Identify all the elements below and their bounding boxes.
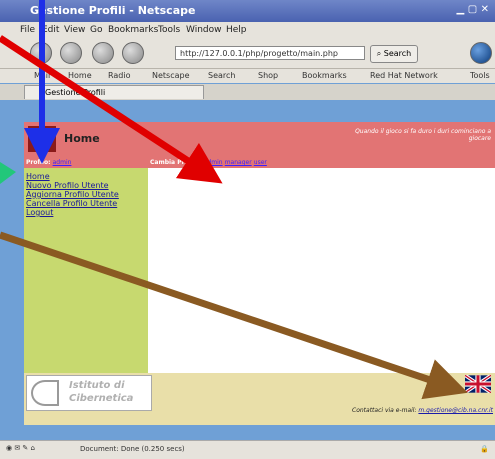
red-arrow — [0, 35, 223, 184]
green-arrow — [0, 162, 16, 184]
brown-arrow — [0, 231, 468, 400]
annotation-arrows — [0, 0, 468, 400]
browser-window: Gestione Profili - Netscape ▁ ▢ ✕ File E… — [0, 0, 495, 459]
